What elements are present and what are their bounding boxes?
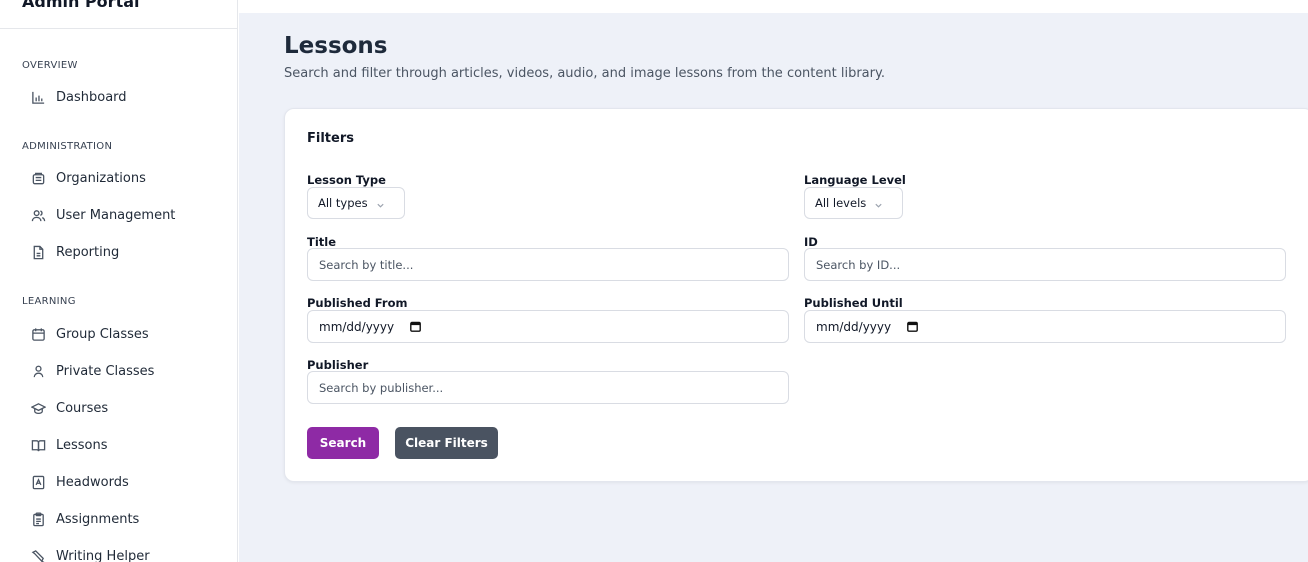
chevron-down-icon [376, 199, 385, 208]
title-label: Title [307, 235, 337, 249]
sidebar-item-lessons[interactable]: Lessons [30, 434, 108, 456]
sidebar-item-label: Group Classes [56, 326, 149, 342]
sidebar-item-reporting[interactable]: Reporting [30, 241, 119, 263]
sidebar-item-organizations[interactable]: Organizations [30, 167, 146, 189]
users-icon [30, 207, 46, 223]
sidebar-item-label: Courses [56, 400, 109, 416]
id-search-input[interactable]: Search by ID... [804, 248, 1286, 281]
section-title-administration: ADMINISTRATION [22, 141, 113, 152]
language-level-value: All levels [815, 196, 867, 210]
search-button[interactable]: Search [307, 427, 379, 459]
sidebar-item-label: User Management [56, 207, 176, 223]
published-from-label: Published From [307, 296, 408, 310]
pen-icon [30, 548, 46, 562]
dictionary-icon [30, 474, 46, 490]
published-from-value: mm/dd/yyyy [319, 319, 395, 334]
language-level-label: Language Level [804, 173, 906, 187]
sidebar-item-dashboard[interactable]: Dashboard [30, 86, 127, 108]
sidebar-item-private-classes[interactable]: Private Classes [30, 360, 154, 382]
sidebar: Admin Portal OVERVIEW Dashboard ADMINIST… [0, 0, 238, 562]
bar-chart-icon [30, 89, 46, 105]
page-subtitle: Search and filter through articles, vide… [284, 66, 885, 81]
sidebar-item-label: Headwords [56, 474, 129, 490]
calendar-picker-icon[interactable] [410, 321, 422, 332]
building-icon [30, 170, 46, 186]
language-level-select[interactable]: All levels [804, 187, 903, 219]
published-until-date-input[interactable]: mm/dd/yyyy [804, 310, 1286, 343]
title-search-input[interactable]: Search by title... [307, 248, 789, 281]
published-until-value: mm/dd/yyyy [816, 319, 892, 334]
lesson-type-label: Lesson Type [307, 173, 386, 187]
clipboard-icon [30, 511, 46, 527]
page-title: Lessons [284, 33, 388, 59]
sidebar-item-label: Lessons [56, 437, 108, 453]
sidebar-item-label: Dashboard [56, 89, 127, 105]
sidebar-item-courses[interactable]: Courses [30, 397, 108, 419]
sidebar-item-label: Organizations [56, 170, 146, 186]
graduation-cap-icon [30, 400, 46, 416]
main-content: Lessons Search and filter through articl… [239, 13, 1308, 562]
sidebar-divider [0, 28, 237, 29]
sidebar-item-headwords[interactable]: Headwords [30, 471, 129, 493]
publisher-search-input[interactable]: Search by publisher... [307, 371, 789, 404]
calendar-icon [30, 326, 46, 342]
sidebar-item-label: Writing Helper [56, 548, 150, 562]
sidebar-item-writing-helper[interactable]: Writing Helper [30, 545, 150, 562]
sidebar-item-user-management[interactable]: User Management [30, 204, 175, 226]
publisher-label: Publisher [307, 358, 369, 372]
top-strip [239, 0, 1308, 13]
section-title-overview: OVERVIEW [22, 60, 78, 71]
lesson-type-select[interactable]: All types [307, 187, 405, 219]
lesson-type-value: All types [318, 196, 368, 210]
sidebar-item-label: Reporting [56, 244, 120, 260]
open-book-icon [30, 437, 46, 453]
filters-card: Filters Lesson Type All types Language L… [284, 108, 1308, 482]
published-until-label: Published Until [804, 296, 903, 310]
clear-filters-button[interactable]: Clear Filters [395, 427, 498, 459]
id-label: ID [804, 235, 818, 249]
user-icon [30, 363, 46, 379]
calendar-picker-icon[interactable] [907, 321, 919, 332]
chevron-down-icon [874, 199, 883, 208]
sidebar-item-label: Private Classes [56, 363, 155, 379]
sidebar-item-label: Assignments [56, 511, 140, 527]
sidebar-item-group-classes[interactable]: Group Classes [30, 323, 149, 345]
published-from-date-input[interactable]: mm/dd/yyyy [307, 310, 789, 343]
section-title-learning: LEARNING [22, 296, 76, 307]
filters-title: Filters [307, 131, 354, 146]
sidebar-item-assignments[interactable]: Assignments [30, 508, 139, 530]
sidebar-brand: Admin Portal [22, 0, 140, 11]
file-report-icon [30, 244, 46, 260]
